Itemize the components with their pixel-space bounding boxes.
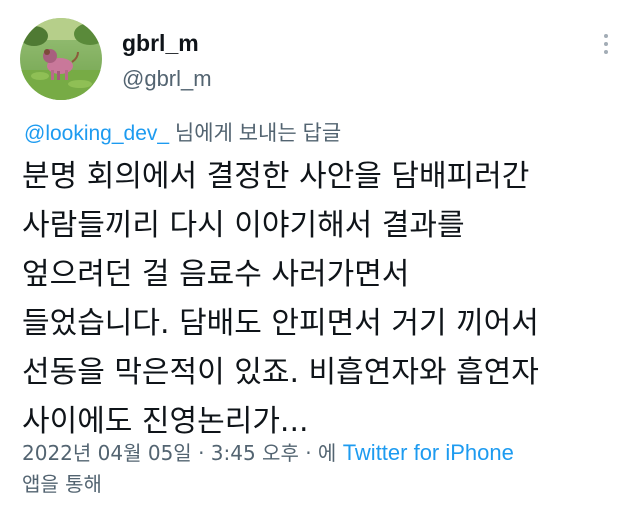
avatar-dog-photo bbox=[20, 18, 102, 100]
tweet-text-line: 사람들끼리 다시 이야기해서 결과를 bbox=[22, 208, 465, 243]
avatar[interactable] bbox=[20, 18, 102, 100]
reply-mention-link[interactable]: @looking_dev_ bbox=[24, 122, 169, 145]
tweet-meta: 2022년 04월 05일 · 3:45 오후 · 에 Twitter for … bbox=[22, 437, 622, 500]
source-link[interactable]: Twitter for iPhone bbox=[343, 440, 514, 465]
tweet-text-line: 들었습니다. 담배도 안피면서 거기 끼어서 bbox=[22, 306, 539, 341]
tweet-text-line: 분명 회의에서 결정한 사안을 담배피러간 bbox=[22, 159, 530, 194]
tweet-text-line: 선동을 막은적이 있죠. 비흡연자와 흡연자 bbox=[22, 355, 539, 390]
user-handle[interactable]: @gbrl_m bbox=[122, 66, 212, 92]
dot bbox=[604, 50, 608, 54]
tweet-text-line: 엎으려던 걸 음료수 사러가면서 bbox=[22, 257, 410, 292]
tweet-meta-line: 2022년 04월 05일 · 3:45 오후 · 에 Twitter for … bbox=[22, 437, 622, 469]
more-dots-vertical-icon[interactable] bbox=[594, 30, 618, 58]
timestamp[interactable]: 2022년 04월 05일 · 3:45 오후 · 에 bbox=[22, 441, 343, 465]
display-name[interactable]: gbrl_m bbox=[122, 30, 199, 57]
replying-to: @looking_dev_ 님에게 보내는 답글 bbox=[24, 117, 341, 147]
tweet-text: 분명 회의에서 결정한 사안을 담배피러간 사람들끼리 다시 이야기해서 결과를… bbox=[22, 152, 622, 446]
reply-suffix: 님에게 보내는 답글 bbox=[169, 122, 342, 145]
source-suffix: 앱을 통해 bbox=[22, 472, 102, 496]
dot bbox=[604, 34, 608, 38]
dot bbox=[604, 42, 608, 46]
